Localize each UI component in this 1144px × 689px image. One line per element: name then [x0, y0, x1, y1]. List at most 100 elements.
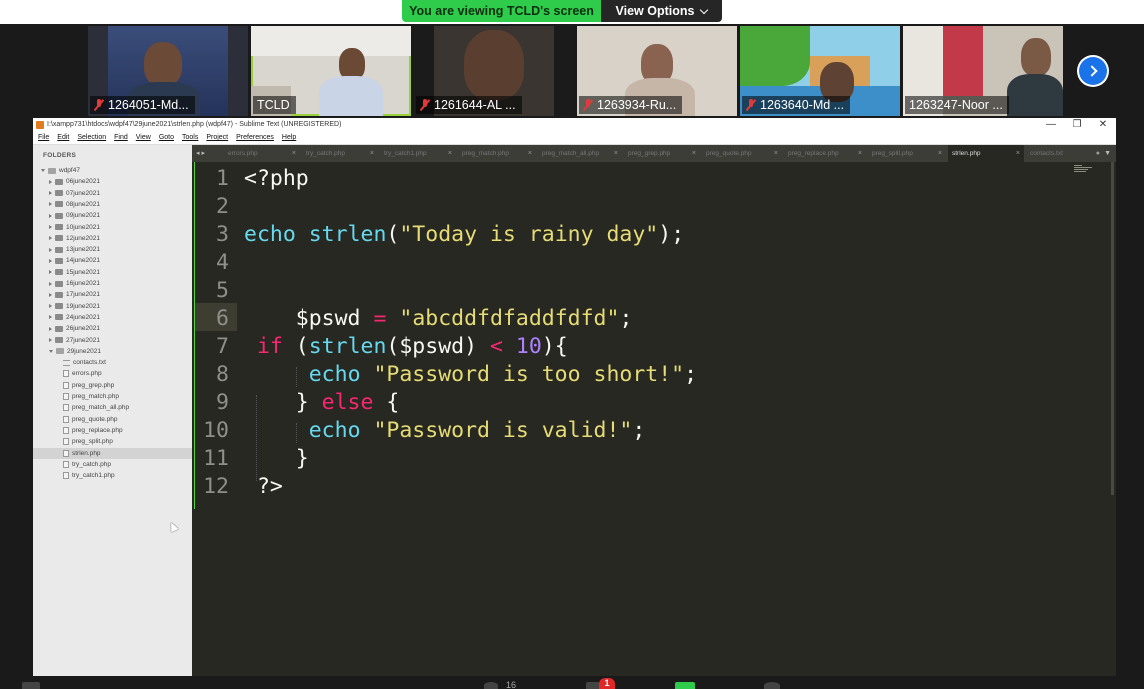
unsaved-dot-icon[interactable]: ● — [1096, 145, 1100, 162]
sidebar-folder[interactable]: 24june2021 — [49, 312, 100, 323]
folder-label: 27june2021 — [66, 336, 100, 344]
sidebar-folder[interactable]: 12june2021 — [49, 233, 100, 244]
sidebar-file[interactable]: errors.php — [33, 368, 192, 379]
sidebar-file[interactable]: preg_grep.php — [33, 380, 192, 391]
close-tab-icon[interactable]: × — [292, 145, 296, 162]
editor-tab[interactable]: preg_match_all.php × — [538, 145, 622, 162]
sidebar-root-folder[interactable]: wdpf47 — [41, 165, 80, 176]
participant-tile[interactable]: 1263934-Ru... — [577, 26, 737, 116]
editor-tab[interactable]: preg_grep.php × — [624, 145, 700, 162]
editor-tab[interactable]: preg_replace.php × — [784, 145, 866, 162]
close-tab-icon[interactable]: × — [614, 145, 618, 162]
menu-preferences[interactable]: Preferences — [236, 132, 274, 144]
editor-tab[interactable]: strlen.php × — [948, 145, 1024, 162]
vertical-scrollbar[interactable] — [1111, 162, 1114, 495]
sidebar-folder[interactable]: 10june2021 — [49, 222, 100, 233]
menu-goto[interactable]: Goto — [159, 132, 174, 144]
folder-icon — [55, 269, 63, 276]
sidebar-file[interactable]: preg_match.php — [33, 391, 192, 402]
sidebar-folder[interactable]: 09june2021 — [49, 210, 100, 221]
close-tab-icon[interactable]: × — [370, 145, 374, 162]
close-tab-icon[interactable]: × — [774, 145, 778, 162]
share-screen-icon[interactable] — [675, 682, 695, 689]
folder-icon — [55, 246, 63, 253]
tab-list-dropdown-icon[interactable]: ▼ — [1104, 145, 1111, 162]
participant-video — [144, 42, 182, 86]
menu-selection[interactable]: Selection — [77, 132, 106, 144]
sidebar-folder[interactable]: 29june2021 — [49, 346, 101, 357]
folder-icon — [55, 190, 63, 197]
close-tab-icon[interactable]: × — [1016, 145, 1020, 162]
editor-tab[interactable]: try_catch.php × — [302, 145, 378, 162]
editor-tab[interactable]: preg_split.php × — [868, 145, 946, 162]
editor-tab[interactable]: try_catch1.php × — [380, 145, 456, 162]
sidebar-file[interactable]: preg_split.php — [33, 436, 192, 447]
menu-tools[interactable]: Tools — [182, 132, 198, 144]
close-tab-icon[interactable]: × — [528, 145, 532, 162]
minimize-button[interactable]: — — [1038, 118, 1064, 132]
participant-tile[interactable]: 1263247-Noor ... — [903, 26, 1063, 116]
sidebar-folder[interactable]: 13june2021 — [49, 244, 100, 255]
video-camera-icon[interactable] — [22, 682, 40, 689]
sidebar-file[interactable]: try_catch.php — [33, 459, 192, 470]
editor-tab[interactable]: preg_match.php × — [458, 145, 536, 162]
editor-tab[interactable]: errors.php × — [224, 145, 300, 162]
sidebar-folder[interactable]: 16june2021 — [49, 278, 100, 289]
sidebar-folder[interactable]: 14june2021 — [49, 255, 100, 266]
record-icon[interactable] — [764, 682, 780, 689]
participant-tile[interactable]: 1264051-Md... — [88, 26, 248, 116]
file-icon — [63, 381, 69, 389]
sidebar-file[interactable]: preg_quote.php — [33, 414, 192, 425]
tab-scroll-arrows-icon[interactable]: ◂ ▸ — [196, 145, 205, 162]
file-label: preg_quote.php — [72, 415, 118, 423]
close-tab-icon[interactable]: × — [858, 145, 862, 162]
file-icon — [63, 370, 69, 378]
participants-icon[interactable] — [484, 682, 498, 689]
participant-name-text: 1264051-Md... — [108, 98, 189, 112]
close-tab-icon[interactable]: × — [448, 145, 452, 162]
menu-project[interactable]: Project — [206, 132, 228, 144]
sidebar-folder[interactable]: 08june2021 — [49, 199, 100, 210]
participant-video-body — [319, 76, 383, 116]
share-banner: You are viewing TCLD's screen View Optio… — [0, 0, 1144, 24]
sidebar-folder[interactable]: 06june2021 — [49, 176, 100, 187]
line-number: 6 — [216, 306, 229, 331]
folder-label: 08june2021 — [66, 200, 100, 208]
participant-tile[interactable]: 1261644-AL ... — [414, 26, 574, 116]
line-number: 2 — [216, 194, 229, 219]
sidebar-folder[interactable]: 27june2021 — [49, 335, 100, 346]
line-number: 4 — [216, 250, 229, 275]
folder-icon — [55, 212, 63, 219]
folder-label: 26june2021 — [66, 325, 100, 333]
view-options-button[interactable]: View Options — [601, 0, 722, 22]
sidebar-folder[interactable]: 19june2021 — [49, 301, 100, 312]
sidebar-folder[interactable]: 15june2021 — [49, 267, 100, 278]
sidebar-file[interactable]: preg_replace.php — [33, 425, 192, 436]
sidebar-file[interactable]: preg_match_all.php — [33, 402, 192, 413]
minimap[interactable] — [1074, 165, 1094, 177]
sublime-text-window: I:\xampp731\htdocs\wdpf47\29june2021\str… — [33, 118, 1116, 676]
menu-file[interactable]: File — [38, 132, 49, 144]
menu-edit[interactable]: Edit — [57, 132, 69, 144]
menu-find[interactable]: Find — [114, 132, 128, 144]
sidebar-file[interactable]: try_catch1.php — [33, 470, 192, 481]
next-participants-button[interactable] — [1077, 55, 1109, 87]
editor-tab[interactable]: preg_quote.php × — [702, 145, 782, 162]
participant-tile[interactable]: 1263640-Md ... — [740, 26, 900, 116]
chat-icon[interactable] — [586, 682, 600, 689]
restore-button[interactable]: ❐ — [1064, 118, 1090, 132]
close-button[interactable]: ✕ — [1090, 118, 1116, 132]
sidebar-folder[interactable]: 26june2021 — [49, 323, 100, 334]
close-tab-icon[interactable]: × — [938, 145, 942, 162]
participant-tile-active-speaker[interactable]: TCLD — [251, 26, 411, 116]
sidebar-file[interactable]: contacts.txt — [33, 357, 192, 368]
sidebar-file[interactable]: strlen.php — [33, 447, 192, 459]
sidebar-folder[interactable]: 17june2021 — [49, 289, 100, 300]
folder-icon — [55, 314, 63, 321]
code-editor[interactable]: 1 <?php 2 3 echo strlen("Today is rainy da… — [192, 162, 1116, 676]
close-tab-icon[interactable]: × — [692, 145, 696, 162]
menu-help[interactable]: Help — [282, 132, 296, 144]
sidebar-folder[interactable]: 07june2021 — [49, 188, 100, 199]
editor-tab[interactable]: contacts.txt ● — [1026, 145, 1104, 162]
menu-view[interactable]: View — [136, 132, 151, 144]
